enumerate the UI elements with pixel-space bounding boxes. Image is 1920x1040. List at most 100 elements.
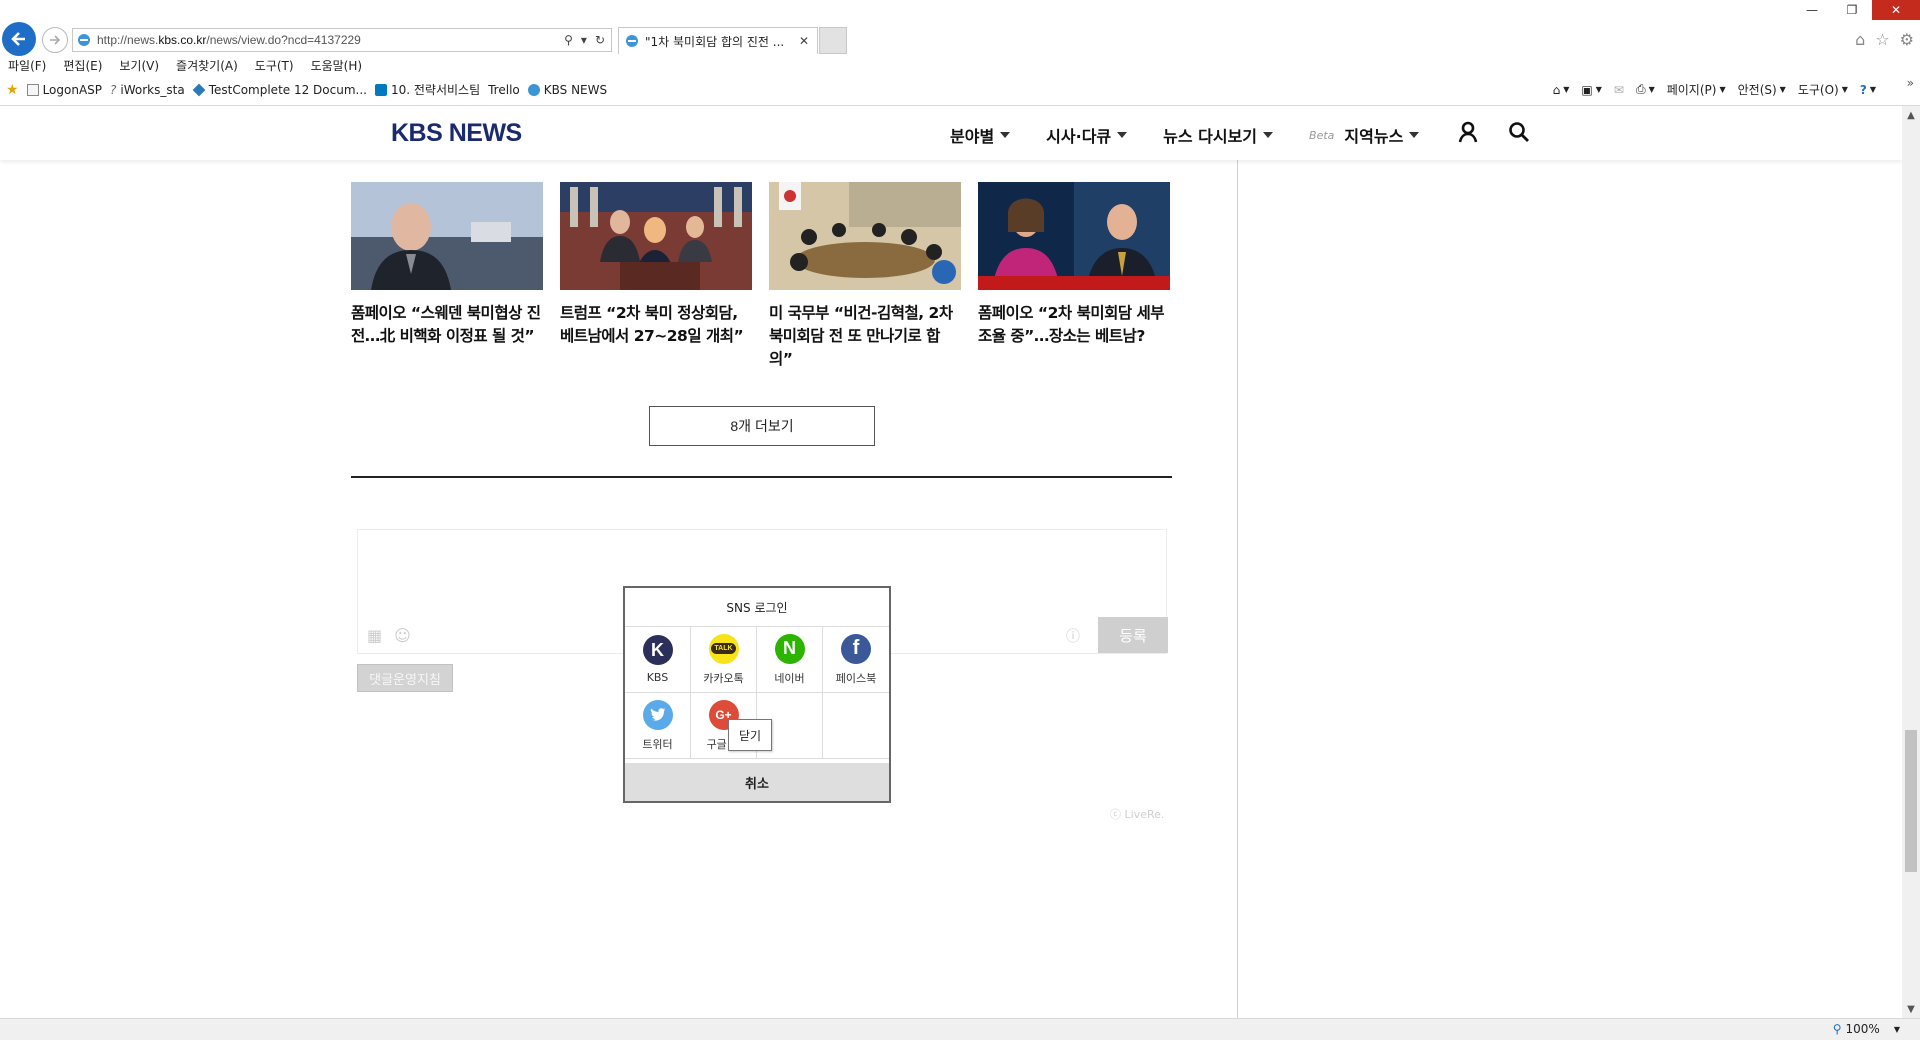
tab-close-icon[interactable]: ✕ <box>791 34 817 48</box>
news-headline[interactable]: 트럼프 “2차 북미 정상회담, 베트남에서 27~28일 개최” <box>560 302 752 348</box>
info-icon[interactable]: ⓘ <box>1066 626 1080 646</box>
zoom-control[interactable]: ⚲ 100% ▼ <box>1833 1022 1900 1036</box>
dropdown-icon[interactable]: ▼ <box>1894 1025 1900 1034</box>
browser-tab[interactable]: "1차 북미회담 합의 진전 ... ✕ <box>618 27 818 54</box>
restore-button[interactable]: ❐ <box>1832 0 1872 20</box>
nav-regional-news[interactable]: Beta 지역뉴스 <box>1309 123 1420 147</box>
news-thumbnail[interactable] <box>978 182 1170 290</box>
menu-edit[interactable]: 편집(E) <box>63 57 102 74</box>
comment-policy-button[interactable]: 댓글운영지침 <box>357 664 453 692</box>
news-headline[interactable]: 폼페이오 “스웨덴 북미협상 진전…北 비핵화 이정표 될 것” <box>351 302 543 348</box>
nav-current-affairs[interactable]: 시사·다큐 <box>1046 123 1128 147</box>
url-text[interactable]: http://news.kbs.co.kr/news/view.do?ncd=4… <box>97 33 564 47</box>
site-header: KBS NEWS 분야별 시사·다큐 뉴스 다시보기 Beta 지역뉴스 <box>0 106 1902 160</box>
menu-view[interactable]: 보기(V) <box>119 57 159 74</box>
sns-twitter-button[interactable]: 트위터 <box>625 693 691 759</box>
fav-trello[interactable]: Trello <box>488 83 520 97</box>
chevron-right-icon[interactable]: » <box>1907 76 1914 90</box>
minimize-button[interactable]: — <box>1792 0 1832 20</box>
sns-empty-cell <box>823 693 889 759</box>
home-icon[interactable]: ⌂ <box>1855 30 1865 49</box>
refresh-icon[interactable]: ↻ <box>595 33 605 47</box>
tools-menu[interactable]: 도구(O) ▼ <box>1798 81 1848 98</box>
page-menu[interactable]: 페이지(P) ▼ <box>1667 81 1726 98</box>
browser-tools: ⌂ ☆ ⚙ <box>1855 30 1914 49</box>
help-button[interactable]: ? ▼ <box>1860 83 1876 97</box>
testcomplete-icon <box>192 83 206 96</box>
news-thumbnail[interactable] <box>560 182 752 290</box>
nav-by-category[interactable]: 분야별 <box>950 123 1011 147</box>
sns-kakaotalk-button[interactable]: TALK 카카오톡 <box>691 627 757 693</box>
page-viewport: KBS NEWS 분야별 시사·다큐 뉴스 다시보기 Beta 지역뉴스 폼페이… <box>0 106 1902 1018</box>
close-tooltip: 닫기 <box>728 719 773 751</box>
window-controls: — ❐ ✕ <box>1792 0 1920 20</box>
new-tab-button[interactable] <box>819 27 847 54</box>
sns-facebook-button[interactable]: f 페이스북 <box>823 627 889 693</box>
favorites-star-icon[interactable]: ★ <box>6 82 19 98</box>
caret-down-icon <box>1000 132 1011 138</box>
kbs-news-logo[interactable]: KBS NEWS <box>391 119 522 148</box>
menu-file[interactable]: 파일(F) <box>8 57 46 74</box>
print-button[interactable]: ⎙ ▼ <box>1636 82 1655 97</box>
news-card[interactable]: 미 국무부 “비건-김혁철, 2차 북미회담 전 또 만나기로 합의” <box>769 182 961 371</box>
section-divider <box>351 476 1172 478</box>
facebook-icon: f <box>841 633 871 664</box>
news-headline[interactable]: 미 국무부 “비건-김혁철, 2차 북미회담 전 또 만나기로 합의” <box>769 302 961 371</box>
fav-logonasp[interactable]: LogonASP <box>26 83 102 97</box>
fav-strategy-team[interactable]: 10. 전략서비스팀 <box>374 81 480 98</box>
mail-icon: ✉ <box>1613 82 1624 97</box>
safety-menu[interactable]: 안전(S) ▼ <box>1738 81 1786 98</box>
load-more-button[interactable]: 8개 더보기 <box>649 406 875 446</box>
menu-help[interactable]: 도움말(H) <box>311 57 363 74</box>
related-news-list: 폼페이오 “스웨덴 북미협상 진전…北 비핵화 이정표 될 것” 트럼프 “2차… <box>351 182 1171 371</box>
favorites-bar: ★ LogonASP ? iWorks_sta TestComplete 12 D… <box>6 81 607 98</box>
close-window-button[interactable]: ✕ <box>1872 0 1920 20</box>
tab-title: "1차 북미회담 합의 진전 ... <box>645 34 785 49</box>
scrollbar-thumb[interactable] <box>1905 730 1917 872</box>
arrow-right-icon <box>50 35 61 45</box>
scroll-down-arrow-icon[interactable]: ▼ <box>1902 1000 1920 1018</box>
vertical-scrollbar[interactable]: ▲ ▼ <box>1902 106 1920 1018</box>
home-button[interactable]: ⌂ ▼ <box>1553 83 1570 97</box>
address-bar[interactable]: http://news.kbs.co.kr/news/view.do?ncd=4… <box>72 28 612 52</box>
favorites-star-icon[interactable]: ☆ <box>1875 30 1889 49</box>
mail-button[interactable]: ✉ <box>1614 83 1624 97</box>
news-thumbnail[interactable] <box>769 182 961 290</box>
menu-tools[interactable]: 도구(T) <box>255 57 294 74</box>
sidebar-divider <box>1237 160 1238 1018</box>
dropdown-icon[interactable]: ▾ <box>581 33 587 47</box>
gear-icon[interactable]: ⚙ <box>1900 30 1914 49</box>
menu-favorites[interactable]: 즐겨찾기(A) <box>176 57 238 74</box>
search-icon[interactable]: ⚲ <box>564 33 573 47</box>
browser-chrome: — ❐ ✕ http://news.kbs.co.kr/news/view.do… <box>0 0 1920 106</box>
fav-kbs-news[interactable]: KBS NEWS <box>527 83 607 97</box>
news-card[interactable]: 폼페이오 “스웨덴 북미협상 진전…北 비핵화 이정표 될 것” <box>351 182 543 371</box>
scroll-up-arrow-icon[interactable]: ▲ <box>1902 106 1920 124</box>
trello-icon <box>374 83 387 96</box>
submit-comment-button[interactable]: 등록 <box>1098 617 1168 653</box>
fav-testcomplete[interactable]: TestComplete 12 Docum... <box>192 83 367 97</box>
kakaotalk-icon: TALK <box>708 633 739 664</box>
sns-cancel-button[interactable]: 취소 <box>625 763 889 801</box>
image-icon[interactable]: ▦ <box>367 626 382 645</box>
back-button[interactable] <box>2 22 36 56</box>
search-icon[interactable] <box>1508 121 1530 143</box>
fav-iworks[interactable]: ? iWorks_sta <box>110 83 185 97</box>
caret-down-icon <box>1117 132 1128 138</box>
news-thumbnail[interactable] <box>351 182 543 290</box>
rss-icon: ▣ <box>1581 82 1593 97</box>
emoji-icon[interactable]: ☺ <box>394 626 411 645</box>
nav-news-replay[interactable]: 뉴스 다시보기 <box>1163 123 1274 147</box>
arrow-left-icon <box>11 32 25 46</box>
sns-naver-button[interactable]: N 네이버 <box>757 627 823 693</box>
user-icon[interactable] <box>1457 121 1479 143</box>
news-card[interactable]: 트럼프 “2차 북미 정상회담, 베트남에서 27~28일 개최” <box>560 182 752 371</box>
forward-button[interactable] <box>42 27 68 53</box>
page-icon <box>26 83 39 96</box>
news-headline[interactable]: 폼페이오 “2차 북미회담 세부 조율 중”…장소는 베트남? <box>978 302 1170 348</box>
feeds-button[interactable]: ▣ ▼ <box>1581 83 1602 97</box>
home-icon: ⌂ <box>1552 82 1561 97</box>
main-nav: 분야별 시사·다큐 뉴스 다시보기 Beta 지역뉴스 <box>950 123 1420 147</box>
sns-kbs-button[interactable]: K KBS <box>625 627 691 693</box>
news-card[interactable]: 폼페이오 “2차 북미회담 세부 조율 중”…장소는 베트남? <box>978 182 1170 371</box>
